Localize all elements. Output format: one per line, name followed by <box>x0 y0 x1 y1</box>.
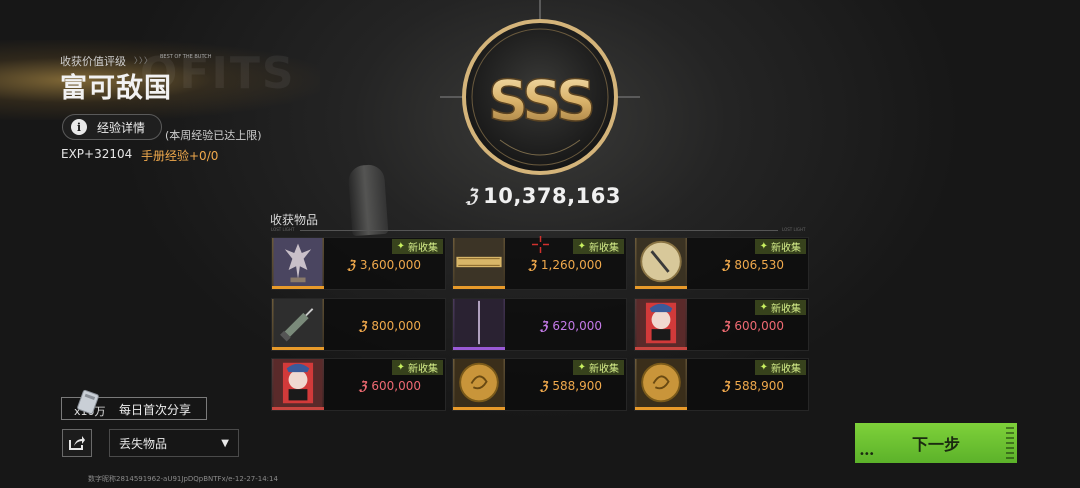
currency-icon: ℨ <box>358 319 367 333</box>
item-thumbnail <box>272 238 324 289</box>
total-value-row: ℨ 10,378,163 <box>466 184 621 208</box>
new-collect-label: 新收集 <box>771 364 801 375</box>
sparkle-icon: ✦ <box>759 302 768 313</box>
currency-icon: ℨ <box>721 379 730 393</box>
item-value-number: 588,900 <box>552 379 602 393</box>
item-value: ℨ 806,530 <box>722 258 784 272</box>
item-value-number: 800,000 <box>371 319 421 333</box>
share-icon <box>69 436 85 450</box>
sparkle-icon: ✦ <box>759 362 768 373</box>
new-collect-label: 新收集 <box>589 364 619 375</box>
currency-icon: ℨ <box>539 319 548 333</box>
item-value-number: 600,000 <box>734 319 784 333</box>
sparkle-icon: ✦ <box>759 241 768 252</box>
item-value: ℨ 588,900 <box>722 379 784 393</box>
sparkle-icon: ✦ <box>577 362 586 373</box>
item-card[interactable]: ✦ 新收集 ℨ 3,600,000 <box>271 237 446 290</box>
new-collect-badge: ✦ 新收集 <box>391 360 443 375</box>
sparkle-icon: ✦ <box>396 362 405 373</box>
item-thumbnail <box>453 238 505 289</box>
currency-icon: ℨ <box>528 258 536 272</box>
lost-light-tag-left: LOST LIGHT <box>271 227 295 232</box>
best-of-badge: BEST OF THE BUTCH <box>160 54 212 60</box>
grade-text: SSS <box>488 69 593 134</box>
items-divider <box>300 230 778 231</box>
settlement-screen: OFITS 收获价值评级 〉〉〉 BEST OF THE BUTCH 富可敌国 … <box>0 0 1080 488</box>
new-collect-label: 新收集 <box>589 243 619 254</box>
currency-icon: ℨ <box>721 258 730 272</box>
currency-icon: ℨ <box>721 319 730 333</box>
share-label: 每日首次分享 <box>119 403 192 417</box>
item-value: ℨ 588,900 <box>540 379 602 393</box>
currency-icon: ℨ <box>539 379 548 393</box>
item-card[interactable]: ℨ 620,000 <box>452 298 627 351</box>
new-collect-badge: ✦ 新收集 <box>754 300 806 315</box>
item-value: ℨ 3,600,000 <box>348 258 421 272</box>
item-card[interactable]: ℨ 800,000 <box>271 298 446 351</box>
item-card[interactable]: ✦ 新收集 ℨ 806,530 <box>634 237 809 290</box>
manual-exp: 手册经验+0/0 <box>141 149 219 163</box>
exp-gain: EXP+32104 <box>61 147 133 161</box>
new-collect-badge: ✦ 新收集 <box>391 239 443 254</box>
footer-id: 数字昵称2814591962-aU91JpDQpBNTFx/e-12-27-14… <box>88 475 278 483</box>
item-thumbnail <box>635 359 687 410</box>
crosshair-icon <box>532 236 549 253</box>
total-value: 10,378,163 <box>483 184 621 208</box>
item-value-number: 1,260,000 <box>540 258 602 272</box>
sss-grade-emblem: SSS <box>440 0 640 175</box>
item-thumbnail <box>635 238 687 289</box>
item-card[interactable]: ✦ 新收集 ℨ 588,900 <box>452 358 627 411</box>
lost-light-tag-right: LOST LIGHT <box>782 227 806 232</box>
item-thumbnail <box>635 299 687 350</box>
exp-detail-button[interactable]: i 经验详情 <box>62 114 162 140</box>
new-collect-badge: ✦ 新收集 <box>572 360 624 375</box>
weekly-cap-note: (本周经验已达上限) <box>165 129 262 142</box>
item-value: ℨ 600,000 <box>359 379 421 393</box>
item-value-number: 620,000 <box>552 319 602 333</box>
info-icon: i <box>71 119 87 135</box>
item-value-number: 600,000 <box>371 379 421 393</box>
rating-title: 富可敌国 <box>60 73 172 104</box>
item-value: ℨ 620,000 <box>540 319 602 333</box>
item-thumbnail <box>453 359 505 410</box>
reward-ticket-icon <box>77 389 99 415</box>
item-value: ℨ 800,000 <box>359 319 421 333</box>
item-value: ℨ 600,000 <box>722 319 784 333</box>
new-collect-label: 新收集 <box>408 364 438 375</box>
tier-marks: 〉〉〉 <box>134 56 153 65</box>
new-collect-badge: ✦ 新收集 <box>754 360 806 375</box>
next-label: 下一步 <box>911 435 960 454</box>
new-collect-label: 新收集 <box>771 304 801 315</box>
item-value-number: 588,900 <box>734 379 784 393</box>
currency-icon: ℨ <box>358 379 367 393</box>
share-button[interactable] <box>62 429 92 457</box>
new-collect-badge: ✦ 新收集 <box>572 239 624 254</box>
caret-down-icon: ▼ <box>221 438 229 449</box>
item-thumbnail <box>272 299 324 350</box>
item-thumbnail <box>272 359 324 410</box>
dots-icon: ••• <box>859 449 875 460</box>
background-bullet <box>347 163 389 237</box>
item-thumbnail <box>453 299 505 350</box>
item-card[interactable]: ✦ 新收集 ℨ 600,000 <box>271 358 446 411</box>
sparkle-icon: ✦ <box>577 241 586 252</box>
next-button[interactable]: ••• 下一步 <box>855 423 1017 463</box>
currency-icon: ℨ <box>466 185 478 207</box>
new-collect-label: 新收集 <box>408 243 438 254</box>
item-value-number: 3,600,000 <box>359 258 421 272</box>
lost-items-select[interactable]: 丢失物品 ▼ <box>109 429 239 457</box>
items-section-title: 收获物品 <box>270 213 319 227</box>
stripe-decoration <box>1006 427 1014 459</box>
item-value-number: 806,530 <box>734 258 784 272</box>
item-card[interactable]: ✦ 新收集 ℨ 588,900 <box>634 358 809 411</box>
item-value: ℨ 1,260,000 <box>529 258 602 272</box>
item-card[interactable]: ✦ 新收集 ℨ 600,000 <box>634 298 809 351</box>
lost-items-label: 丢失物品 <box>119 436 168 451</box>
sparkle-icon: ✦ <box>396 241 405 252</box>
new-collect-label: 新收集 <box>771 243 801 254</box>
new-collect-badge: ✦ 新收集 <box>754 239 806 254</box>
currency-icon: ℨ <box>347 258 355 272</box>
exp-detail-label: 经验详情 <box>97 120 146 135</box>
